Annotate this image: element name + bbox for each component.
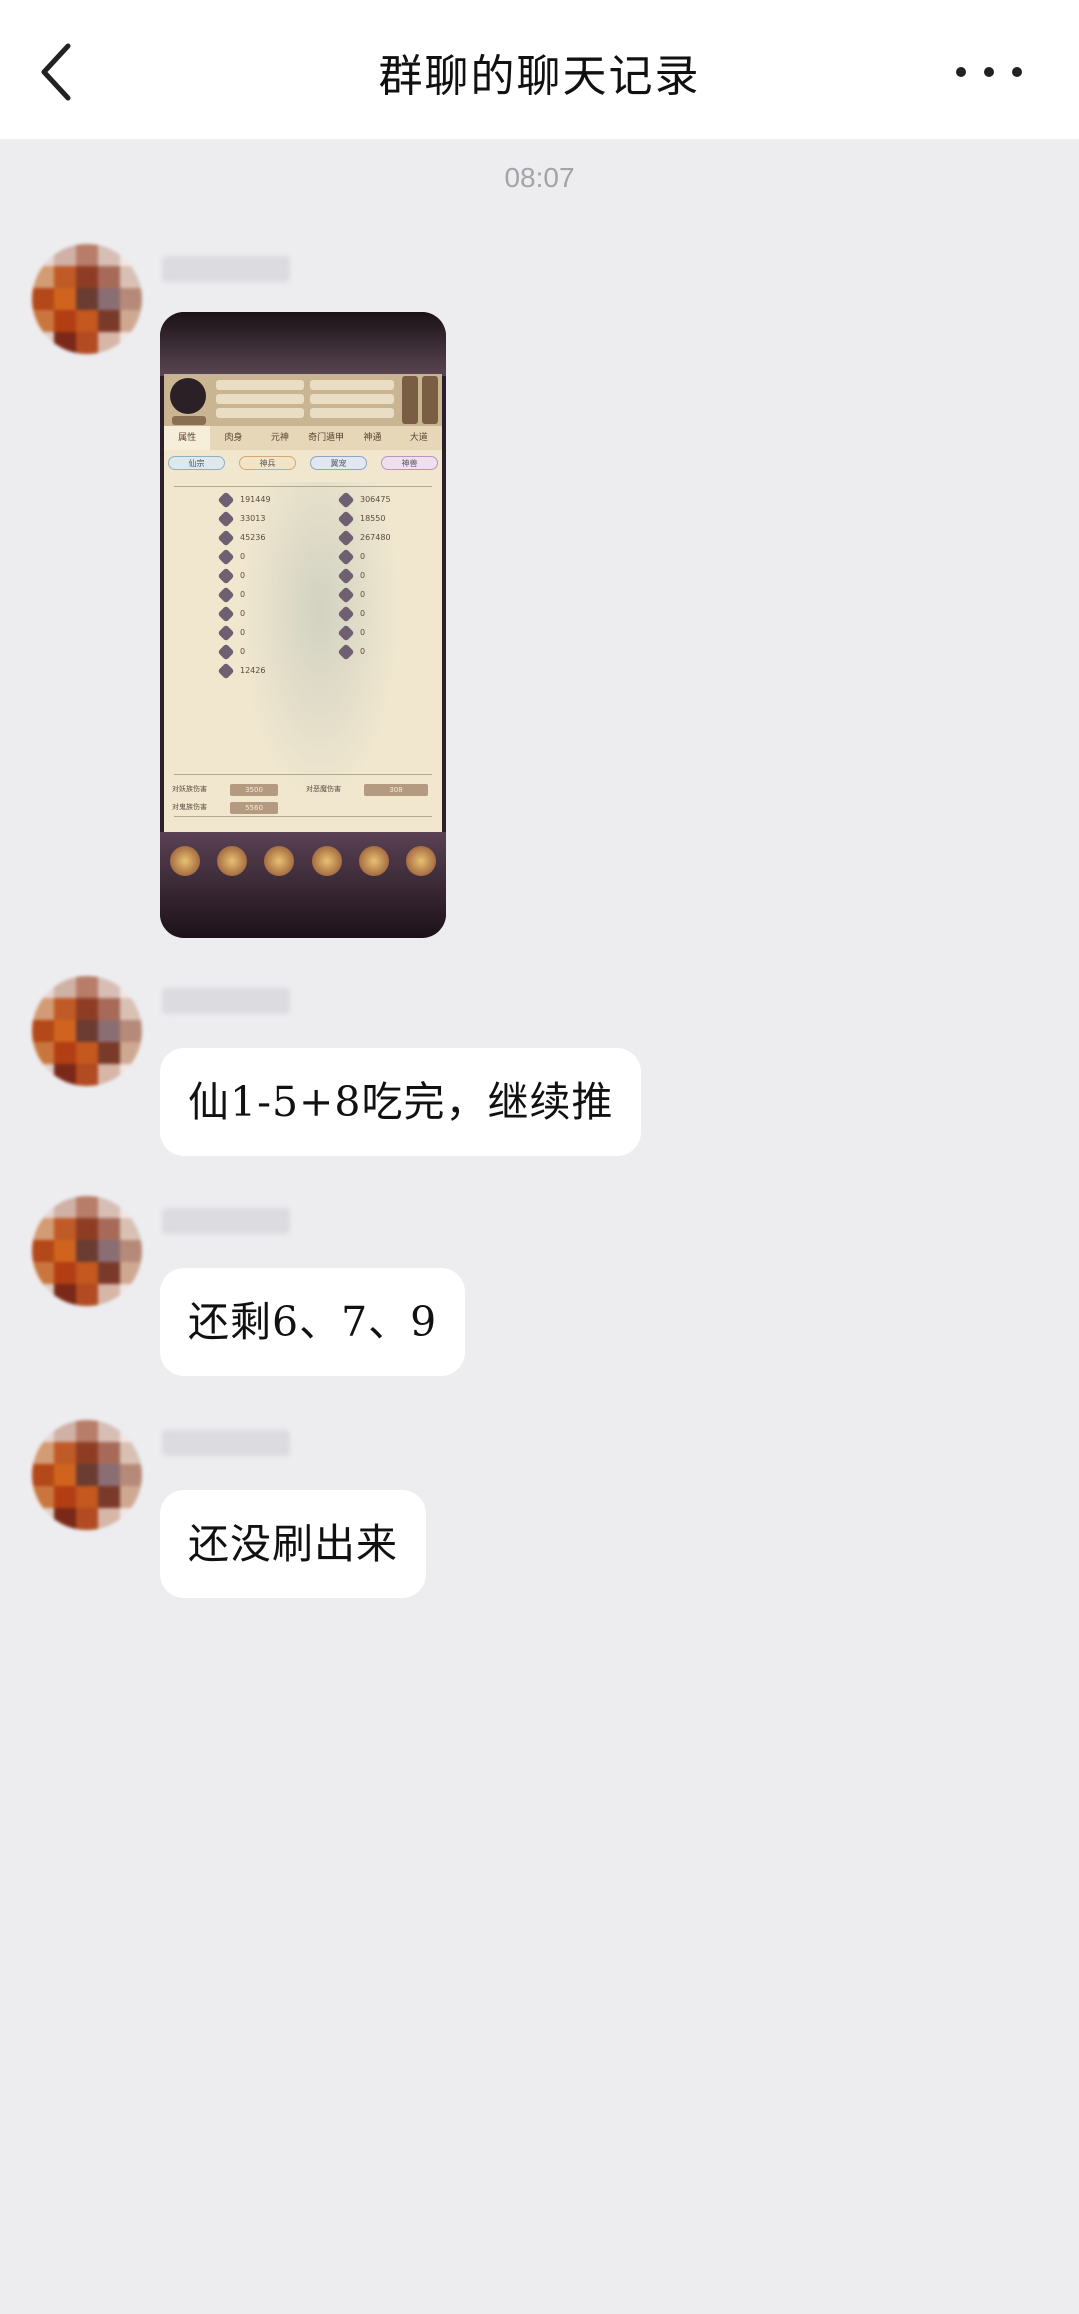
stat-icon	[217, 529, 235, 547]
stat-row: 00	[160, 605, 446, 624]
stat-icon	[217, 510, 235, 528]
game-tab: 大道	[409, 433, 428, 443]
stat-row: 00	[160, 586, 446, 605]
game-subtab: 神兵	[239, 456, 296, 470]
more-dots-icon	[956, 67, 1022, 77]
stat-value: 306475	[360, 495, 391, 504]
avatar[interactable]	[32, 244, 142, 354]
stat-icon	[217, 586, 235, 604]
damage-value: 5560	[230, 802, 278, 814]
stat-value: 12426	[240, 666, 266, 675]
stat-row: 00	[160, 567, 446, 586]
game-menu-icon	[217, 846, 248, 876]
game-tab: 神通	[363, 433, 382, 443]
avatar[interactable]	[32, 1420, 142, 1530]
stat-icon	[217, 662, 235, 680]
stat-value: 0	[240, 571, 246, 580]
chat-timestamp: 08:07	[504, 162, 575, 193]
game-menu-icon	[264, 846, 295, 876]
message-bubble[interactable]: 仙1-5+8吃完，继续推	[160, 1048, 642, 1156]
sender-name	[162, 988, 290, 1014]
stat-value: 45236	[240, 533, 266, 542]
stat-row: 45236 267480	[160, 529, 446, 548]
stat-value: 0	[360, 628, 366, 637]
more-button[interactable]	[939, 52, 1039, 92]
message-bubble[interactable]: 还剩6、7、9	[160, 1268, 466, 1376]
stat-icon	[217, 567, 235, 585]
stat-icon	[217, 548, 235, 566]
stat-row: 00	[160, 624, 446, 643]
stat-value: 0	[240, 647, 246, 656]
game-subtab: 神兽	[381, 456, 438, 470]
sender-name	[162, 1208, 290, 1234]
stat-row: 12426	[160, 662, 446, 681]
game-subtab: 仙宗	[168, 456, 225, 470]
game-tabs: 属性 肉身 元神 奇门遁甲 神通 大道	[164, 426, 442, 450]
top-bar: 群聊的聊天记录	[0, 0, 1079, 139]
stat-value: 18550	[360, 514, 386, 523]
stat-value: 0	[240, 609, 246, 618]
page-title: 群聊的聊天记录	[378, 51, 701, 102]
game-menu-icon	[405, 846, 436, 876]
image-message[interactable]: 属性 肉身 元神 奇门遁甲 神通 大道 仙宗 神兵 翼宠 神兽 对妖族伤害 35…	[160, 312, 446, 938]
stat-value: 33013	[240, 514, 266, 523]
stat-value: 267480	[360, 533, 391, 542]
stat-icon	[217, 491, 235, 509]
stat-icon	[337, 491, 355, 509]
stat-value: 0	[240, 628, 246, 637]
damage-label: 对鬼族伤害	[172, 803, 207, 811]
damage-row: 对妖族伤害 3500 对恶魔伤害 308	[160, 782, 446, 798]
game-subtab: 翼宠	[310, 456, 367, 470]
game-header-art	[170, 376, 438, 425]
stat-icon	[217, 624, 235, 642]
stat-row: 00	[160, 643, 446, 662]
game-menu-icon	[170, 846, 200, 876]
damage-value: 3500	[230, 784, 278, 796]
damage-label: 对妖族伤害	[172, 785, 207, 793]
sender-name	[162, 256, 290, 282]
stat-value: 0	[360, 647, 366, 656]
game-tab: 肉身	[224, 433, 243, 443]
game-tab: 元神	[270, 433, 289, 443]
divider	[174, 774, 432, 775]
stat-icon	[337, 624, 355, 642]
stat-value: 0	[360, 609, 366, 618]
game-tab: 属性	[164, 426, 211, 450]
sender-name	[162, 1430, 290, 1456]
stat-row: 33013 18550	[160, 510, 446, 529]
stat-value: 0	[360, 571, 366, 580]
stat-icon	[337, 510, 355, 528]
game-menu-icon	[358, 846, 389, 876]
stat-icon	[217, 643, 235, 661]
stat-icon	[337, 529, 355, 547]
avatar[interactable]	[32, 976, 142, 1086]
game-subtabs: 仙宗 神兵 翼宠 神兽	[168, 456, 438, 472]
message-bubble[interactable]: 还没刷出来	[160, 1490, 426, 1598]
damage-row: 对鬼族伤害 5560	[160, 800, 446, 816]
stat-icon	[337, 643, 355, 661]
stat-icon	[217, 605, 235, 623]
damage-label: 对恶魔伤害	[306, 785, 341, 793]
stat-value: 0	[360, 590, 366, 599]
stat-value: 0	[360, 552, 366, 561]
stat-icon	[337, 605, 355, 623]
stat-value: 0	[240, 590, 246, 599]
avatar[interactable]	[32, 1196, 142, 1306]
stat-icon	[337, 586, 355, 604]
stat-value: 0	[240, 552, 246, 561]
game-header	[164, 374, 442, 426]
stat-row: 00	[160, 548, 446, 567]
game-top-bar	[160, 312, 446, 376]
damage-value: 308	[364, 784, 428, 796]
game-bottom-icons	[170, 846, 436, 886]
game-menu-icon	[311, 846, 342, 876]
stat-row: 191449 306475	[160, 491, 446, 510]
game-tab: 奇门遁甲	[308, 433, 345, 443]
stat-icon	[337, 548, 355, 566]
stat-icon	[337, 567, 355, 585]
divider	[174, 816, 432, 817]
stat-value: 191449	[240, 495, 271, 504]
